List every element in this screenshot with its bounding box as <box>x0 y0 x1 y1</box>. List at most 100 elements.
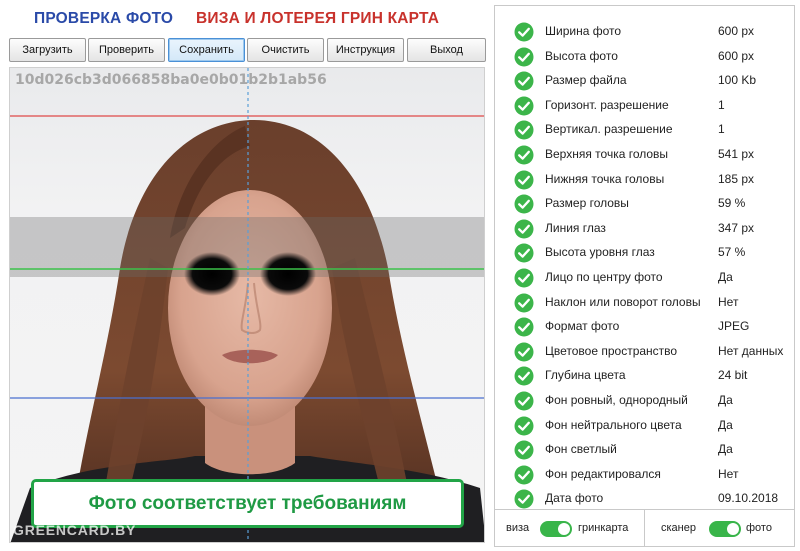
check-value: 185 px <box>718 171 755 186</box>
check-label: Фон редактировался <box>545 466 661 481</box>
check-value: Да <box>718 393 733 407</box>
check-value: 541 px <box>718 147 755 161</box>
toolbar: Загрузить Проверить Сохранить Очистить И… <box>9 38 486 62</box>
check-row: Размер файла 100 Kb <box>495 68 794 92</box>
check-circle-icon <box>514 293 534 313</box>
check-row: Фон редактировался Нет <box>495 462 794 486</box>
check-row: Размер головы 59 % <box>495 191 794 215</box>
check-label: Наклон или поворот головы <box>545 294 701 309</box>
check-circle-icon <box>514 416 534 436</box>
check-label: Высота уровня глаз <box>545 245 655 260</box>
check-label: Линия глаз <box>545 220 606 235</box>
check-value: 600 px <box>718 24 755 38</box>
check-circle-icon <box>514 120 534 140</box>
check-label: Ширина фото <box>545 24 622 38</box>
photo-status-text: Фото соответствует требованиям <box>88 492 407 514</box>
check-value: Нет <box>718 466 739 481</box>
check-circle-icon <box>514 71 534 91</box>
check-value: Да <box>718 417 733 432</box>
check-label: Размер файла <box>545 73 627 88</box>
check-label: Фон светлый <box>545 442 617 457</box>
check-circle-icon <box>514 96 534 116</box>
check-circle-icon <box>514 317 534 337</box>
title-photo-check: ПРОВЕРКА ФОТО <box>34 10 174 27</box>
check-circle-icon <box>514 22 534 42</box>
app-header: ПРОВЕРКА ФОТО ВИЗА И ЛОТЕРЕЯ ГРИН КАРТА <box>0 0 490 36</box>
check-circle-icon <box>514 194 534 214</box>
check-circle-icon <box>514 219 534 239</box>
check-value: 347 px <box>718 220 755 235</box>
check-circle-icon <box>514 342 534 362</box>
toggle-mode-left-label: виза <box>506 522 530 534</box>
check-label: Высота фото <box>545 48 618 63</box>
check-row: Формат фото JPEG <box>495 314 794 338</box>
check-row: Лицо по центру фото Да <box>495 265 794 289</box>
check-button[interactable]: Проверить <box>88 38 165 62</box>
check-value: JPEG <box>718 319 750 334</box>
check-label: Вертикал. разрешение <box>545 122 673 137</box>
check-value: 24 bit <box>718 368 748 383</box>
exit-button[interactable]: Выход <box>407 38 486 62</box>
check-label: Глубина цвета <box>545 368 626 383</box>
check-circle-icon <box>514 489 534 509</box>
toggle-separator <box>644 510 645 546</box>
check-row: Фон светлый Да <box>495 437 794 461</box>
check-row: Дата фото 09.10.2018 <box>495 486 794 510</box>
check-value: Нет <box>718 294 739 309</box>
check-row: Фон ровный, однородный Да <box>495 388 794 412</box>
mode-toggle-switch[interactable] <box>540 521 572 537</box>
check-row: Нижняя точка головы 185 px <box>495 167 794 191</box>
instruction-button[interactable]: Инструкция <box>327 38 404 62</box>
check-row: Цветовое пространство Нет данных <box>495 339 794 363</box>
toggle-source-left-label: сканер <box>661 522 696 534</box>
check-label: Дата фото <box>545 491 604 506</box>
check-label: Нижняя точка головы <box>545 171 665 186</box>
watermark: GREENCARD.BY <box>13 522 137 538</box>
save-button[interactable]: Сохранить <box>168 38 245 62</box>
title-visa-lottery: ВИЗА И ЛОТЕРЕЯ ГРИН КАРТА <box>196 10 440 27</box>
check-value: 59 % <box>718 196 746 211</box>
toggle-knob <box>727 523 739 535</box>
check-value: Нет данных <box>718 343 784 358</box>
photo-status-badge: Фото соответствует требованиям <box>31 479 464 528</box>
check-value: 09.10.2018 <box>718 491 779 506</box>
check-value: 600 px <box>718 48 755 63</box>
check-label: Фон нейтрального цвета <box>545 417 682 432</box>
toggle-knob <box>558 523 570 535</box>
check-row: Наклон или поворот головы Нет <box>495 290 794 314</box>
check-label: Лицо по центру фото <box>545 270 663 284</box>
check-value: 100 Kb <box>718 73 757 88</box>
check-value: 57 % <box>718 245 746 260</box>
source-toggle-switch[interactable] <box>709 521 741 537</box>
clear-button[interactable]: Очистить <box>247 38 324 62</box>
check-circle-icon <box>514 465 534 485</box>
check-label: Горизонт. разрешение <box>545 97 669 112</box>
check-value: Да <box>718 270 733 284</box>
check-row: Вертикал. разрешение 1 <box>495 117 794 141</box>
check-circle-icon <box>514 391 534 411</box>
check-row: Высота уровня глаз 57 % <box>495 240 794 264</box>
check-label: Фон ровный, однородный <box>545 393 688 407</box>
check-row: Высота фото 600 px <box>495 44 794 68</box>
check-circle-icon <box>514 268 534 288</box>
check-row: Ширина фото 600 px <box>495 19 794 43</box>
check-label: Цветовое пространство <box>545 343 678 358</box>
load-button[interactable]: Загрузить <box>9 38 86 62</box>
photo-hash: 10d026cb3d066858ba0e0b01b2b1ab56 <box>15 72 327 88</box>
check-circle-icon <box>514 145 534 165</box>
check-circle-icon <box>514 170 534 190</box>
check-results-panel: Ширина фото 600 px Высота фото 600 px Размер… <box>494 5 795 547</box>
check-circle-icon <box>514 243 534 263</box>
check-circle-icon <box>514 440 534 460</box>
check-row: Линия глаз 347 px <box>495 216 794 240</box>
check-row: Горизонт. разрешение 1 <box>495 93 794 117</box>
check-value: 1 <box>718 97 725 112</box>
check-label: Формат фото <box>545 319 620 334</box>
check-row: Фон нейтрального цвета Да <box>495 413 794 437</box>
check-label: Верхняя точка головы <box>545 147 669 161</box>
check-row: Глубина цвета 24 bit <box>495 363 794 387</box>
photo-preview: 10d026cb3d066858ba0e0b01b2b1ab56 Фото со… <box>9 67 485 543</box>
check-value: Да <box>718 442 733 457</box>
toggle-area: виза гринкарта сканер фото <box>495 510 794 546</box>
toggle-mode-right-label: гринкарта <box>578 522 629 534</box>
